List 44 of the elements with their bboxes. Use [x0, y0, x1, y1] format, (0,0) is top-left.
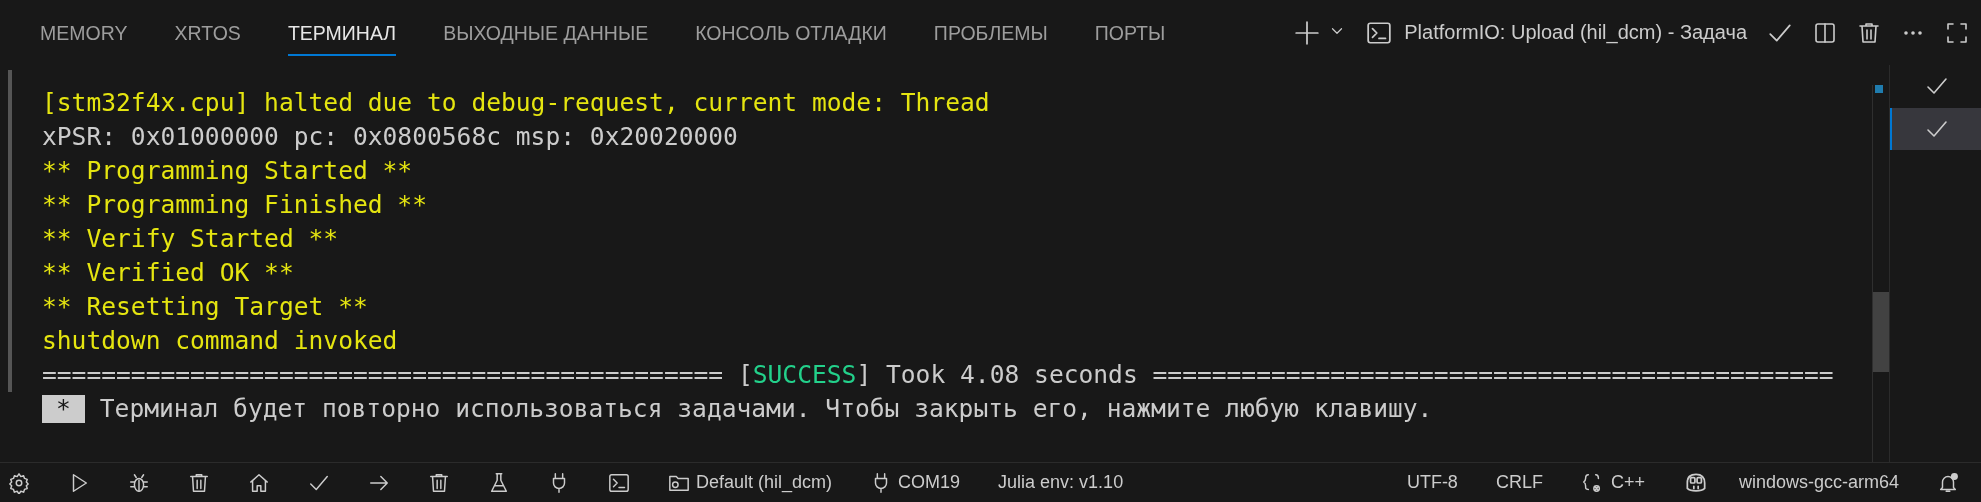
settings-icon[interactable] [8, 471, 30, 494]
terminal-line: [stm32f4x.cpu] halted due to debug-request, current mode: Thread [42, 87, 990, 119]
prompt-badge: * [42, 395, 85, 423]
scroll-marker [1875, 85, 1883, 93]
home-icon[interactable] [248, 471, 270, 494]
terminal-line: Терминал будет повторно использоваться задачами. Чтобы закрыть его, нажмите любую клавишу. [99, 393, 1433, 425]
status-item[interactable]: Default (hil_dcm) [696, 472, 833, 493]
status-item[interactable]: CRLF [1495, 472, 1543, 493]
panel-tab[interactable]: КОНСОЛЬ ОТЛАДКИ [695, 13, 887, 56]
terminal-line: ============================================== [SUCCESS] Took 4.08 seconds ============================================== [42, 359, 1834, 391]
terminal-line: shutdown command invoked [42, 325, 398, 357]
trash-icon[interactable] [428, 471, 450, 494]
terminal-icon[interactable] [608, 471, 630, 494]
status-item[interactable]: windows-gcc-arm64 [1738, 472, 1899, 493]
panel-tab[interactable]: ПОРТЫ [1094, 13, 1166, 56]
plus-icon[interactable] [1294, 19, 1321, 46]
status-item[interactable]: C++ [1610, 472, 1645, 493]
trash-icon[interactable] [188, 471, 210, 494]
terminal-line: ** Verify Started ** [42, 223, 339, 255]
trash-icon[interactable] [1857, 20, 1881, 45]
status-item[interactable]: Julia env: v1.10 [998, 472, 1124, 493]
scrollbar[interactable] [1872, 85, 1889, 462]
bug-icon[interactable] [128, 471, 150, 494]
panel-tab[interactable]: ПРОБЛЕМЫ [933, 13, 1048, 56]
terminal-line: ** Verified OK ** [42, 257, 294, 289]
terminal-line: xPSR: 0x01000000 pc: 0x0800568c msp: 0x20020000 [42, 121, 738, 153]
status-item[interactable]: COM19 [898, 472, 961, 493]
status-item[interactable]: UTF-8 [1406, 472, 1458, 493]
terminal-line: ** Programming Started ** [42, 155, 413, 187]
braces-icon[interactable] [1580, 471, 1603, 494]
terminal-list-item[interactable] [1890, 108, 1981, 150]
panel-tab[interactable]: MEMORY [40, 13, 128, 56]
panel-tab[interactable]: ВЫХОДНЫЕ ДАННЫЕ [443, 13, 649, 56]
maximize-icon[interactable] [1945, 20, 1969, 45]
terminal-line: ** Resetting Target ** [42, 291, 368, 323]
terminal-title: PlatformIO: Upload (hil_dcm) - Задача [1404, 21, 1747, 44]
terminal-line: ** Programming Finished ** [42, 189, 427, 221]
terminal-icon[interactable] [1366, 19, 1393, 46]
panel-tab[interactable]: ТЕРМИНАЛ [287, 13, 397, 56]
scrollbar-thumb[interactable] [1873, 292, 1889, 372]
bell-icon[interactable] [1937, 471, 1959, 494]
panel-tab[interactable]: XRTOS [174, 13, 241, 56]
split-icon[interactable] [1813, 20, 1837, 45]
flask-icon[interactable] [488, 471, 510, 494]
